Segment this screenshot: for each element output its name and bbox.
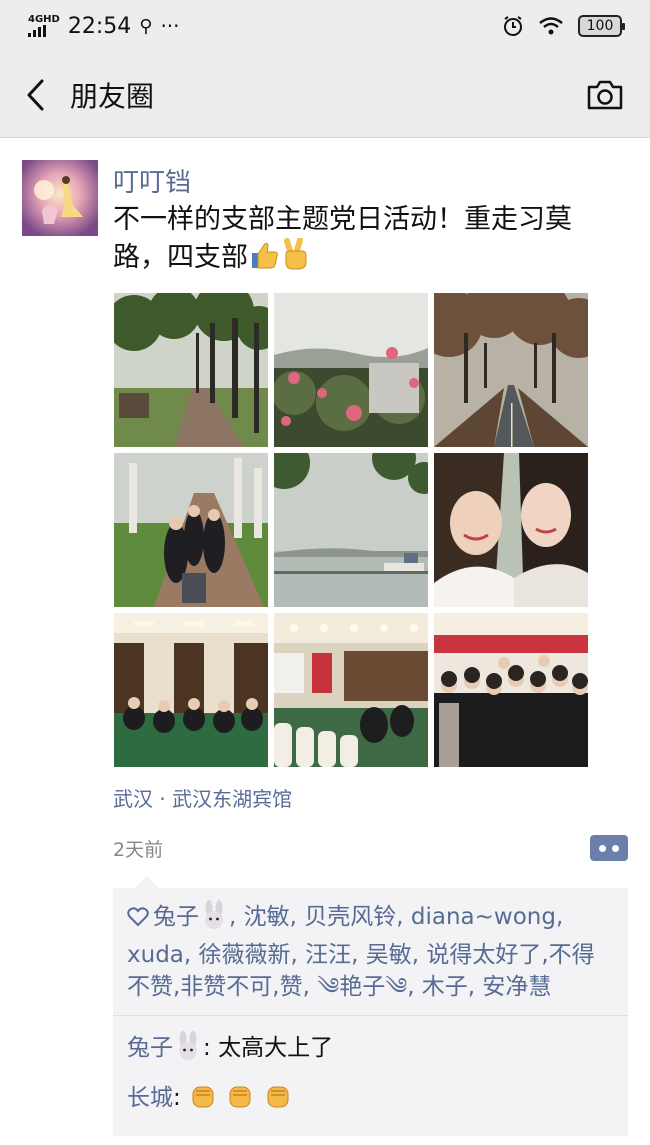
heart-icon xyxy=(127,907,149,927)
location-link[interactable]: 武汉 · 武汉东湖宾馆 xyxy=(113,783,292,812)
post-time: 2天前 xyxy=(113,839,164,861)
raised-fist-emoji xyxy=(188,1081,218,1126)
more-dots-icon xyxy=(599,844,606,852)
raised-fist-emoji xyxy=(225,1081,255,1126)
battery-icon: 100 xyxy=(578,15,625,37)
photo-group-walkway[interactable] xyxy=(114,453,268,607)
photo-pink-flowers[interactable] xyxy=(274,293,428,447)
rabbit-emoji xyxy=(199,900,229,939)
victory-hand-emoji xyxy=(280,237,310,280)
photo-lake-view[interactable] xyxy=(274,453,428,607)
clock: 22:54 xyxy=(67,13,132,39)
back-arrow-icon xyxy=(27,79,44,110)
photo-grid xyxy=(114,293,588,767)
comments-list: 兔子: 太高大上了 长城: xyxy=(113,1016,628,1136)
comment-text: 太高大上了 xyxy=(218,1035,334,1061)
alarm-icon xyxy=(504,16,522,36)
camera-icon xyxy=(587,80,623,110)
usb-icon: ⚲ xyxy=(139,15,153,37)
wifi-icon xyxy=(539,17,563,35)
comment-user[interactable]: 长城 xyxy=(127,1085,173,1111)
photo-meeting-room[interactable] xyxy=(114,613,268,767)
network-indicator: 4GHD xyxy=(28,15,60,37)
post-text: 不一样的支部主题党日活动！重走习莫 路，四支部 xyxy=(113,202,613,280)
nav-bar: 朋友圈 xyxy=(0,52,650,138)
back-button[interactable] xyxy=(0,52,70,138)
likes-list: 兔子, 沈敏, 贝壳风铃, diana~wong, xuda, 徐薇薇新, 汪汪… xyxy=(113,888,628,1016)
status-bar: 4GHD 22:54 ⚲ ··· 100 xyxy=(0,0,650,52)
comment-user[interactable]: 兔子 xyxy=(127,1035,173,1061)
page-title: 朋友圈 xyxy=(70,79,155,113)
camera-button[interactable] xyxy=(584,74,626,116)
rabbit-emoji xyxy=(173,1031,203,1076)
more-notifications-icon: ··· xyxy=(160,14,180,38)
photo-tree-road[interactable] xyxy=(434,293,588,447)
signal-icon xyxy=(28,25,46,37)
likes-comments-panel: 兔子, 沈敏, 贝壳风铃, diana~wong, xuda, 徐薇薇新, 汪汪… xyxy=(113,876,628,1136)
thumbs-up-emoji xyxy=(248,240,280,280)
more-options-button[interactable] xyxy=(590,835,628,861)
photo-conference-hall[interactable] xyxy=(274,613,428,767)
photo-tree-lined-path[interactable] xyxy=(114,293,268,447)
photo-group-portrait[interactable] xyxy=(434,613,588,767)
avatar[interactable] xyxy=(22,160,98,236)
photo-two-women-selfie[interactable] xyxy=(434,453,588,607)
comment-item[interactable]: 兔子: 太高大上了 xyxy=(127,1026,614,1076)
author-name[interactable]: 叮叮铛 xyxy=(113,162,191,199)
comment-item[interactable]: 长城: xyxy=(127,1076,614,1126)
raised-fist-emoji xyxy=(263,1081,293,1126)
